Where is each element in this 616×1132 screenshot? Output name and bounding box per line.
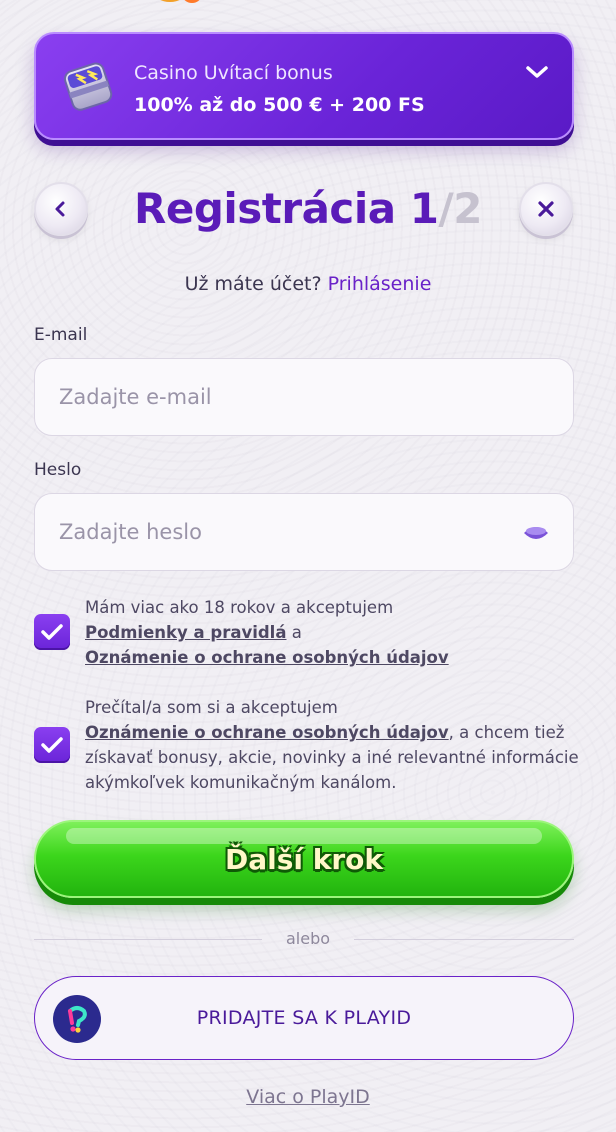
step-current: 1 — [409, 184, 439, 233]
next-step-label: Ďalší krok — [224, 842, 384, 876]
terms-consent-text: Mám viac ako 18 rokov a akceptujem Podmi… — [85, 595, 585, 670]
email-label: E-mail — [34, 325, 88, 345]
step-total: /2 — [438, 184, 482, 233]
next-step-button[interactable]: Ďalší krok — [34, 820, 574, 898]
divider-right — [354, 939, 574, 940]
close-icon — [538, 201, 554, 217]
playid-more-link[interactable]: Viac o PlayID — [0, 1086, 616, 1108]
playid-button[interactable]: PRIDAJTE SA K PLAYID — [34, 976, 574, 1060]
divider-label: alebo — [285, 929, 331, 948]
password-field-wrapper — [34, 493, 574, 571]
logo-fragment — [160, 0, 200, 3]
playid-label: PRIDAJTE SA K PLAYID — [196, 1007, 412, 1029]
login-prompt: Už máte účet? Prihlásenie — [0, 273, 616, 295]
chevron-down-icon — [526, 66, 548, 78]
divider-left — [34, 939, 262, 940]
bonus-title: Casino Uvítací bonus — [134, 62, 333, 84]
marketing-consent-text: Prečítal/a som si a akceptujem Oznámenie… — [85, 695, 585, 795]
checkmark-icon — [41, 624, 63, 640]
playid-logo-icon — [53, 995, 101, 1043]
terms-text-2: a — [291, 623, 302, 642]
email-field[interactable] — [59, 385, 549, 409]
close-button[interactable] — [519, 182, 573, 236]
terms-link[interactable]: Podmienky a pravidlá — [85, 623, 286, 642]
checkmark-icon — [41, 737, 63, 753]
title-text: Registrácia — [134, 184, 396, 233]
email-field-wrapper — [34, 358, 574, 436]
terms-checkbox[interactable] — [34, 614, 70, 650]
eye-icon[interactable] — [521, 518, 551, 548]
login-question: Už máte účet? — [184, 273, 322, 295]
marketing-privacy-link[interactable]: Oznámenie o ochrane osobných údajov — [85, 723, 449, 742]
bonus-gift-icon — [63, 62, 113, 111]
password-field[interactable] — [59, 520, 549, 544]
marketing-checkbox[interactable] — [34, 727, 70, 763]
login-link[interactable]: Prihlásenie — [328, 273, 432, 295]
password-label: Heslo — [34, 460, 82, 480]
terms-text-1: Mám viac ako 18 rokov a akceptujem — [85, 598, 394, 617]
welcome-bonus-dropdown[interactable]: Casino Uvítací bonus 100% až do 500 € + … — [34, 32, 574, 140]
privacy-link[interactable]: Oznámenie o ochrane osobných údajov — [85, 648, 449, 667]
bonus-amount: 100% až do 500 € + 200 FS — [134, 94, 425, 116]
marketing-text-1: Prečítal/a som si a akceptujem — [85, 698, 338, 717]
